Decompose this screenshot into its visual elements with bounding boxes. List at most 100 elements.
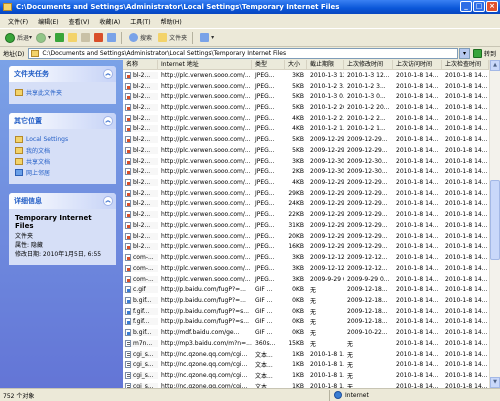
- forward-button[interactable]: ▾: [34, 31, 53, 45]
- copy-to-icon[interactable]: [81, 33, 91, 42]
- table-row[interactable]: cgi_s... http://nc.qzone.qq.com/cgi... 文本.…: [123, 370, 489, 381]
- column-last-checked[interactable]: 上次检查时间: [442, 60, 489, 69]
- cell-size: 0KB: [292, 296, 304, 304]
- table-row[interactable]: f.gif... http://p.baidu.com/fugP?=s... GIF…: [123, 317, 489, 328]
- table-row[interactable]: bl-2... http://plc.verwen.sooo.com/... JPE…: [123, 188, 489, 199]
- table-row[interactable]: bl-2... http://plc.verwen.sooo.com/... JPE…: [123, 102, 489, 113]
- cell-last-checked: 2010-1-8 14...: [445, 179, 488, 187]
- cell-expires: 2009-9-29 0...: [310, 275, 344, 283]
- column-last-accessed[interactable]: 上次访问时间: [393, 60, 442, 69]
- share-folder-link[interactable]: 共享此文件夹: [15, 87, 111, 98]
- vertical-scrollbar[interactable]: ▲ ▼: [489, 60, 500, 388]
- table-row[interactable]: bl-2... http://plc.verwen.sooo.com/... JPE…: [123, 113, 489, 124]
- collapse-chevron-icon[interactable]: ︽: [103, 69, 113, 79]
- go-button[interactable]: 转到: [472, 49, 496, 58]
- table-row[interactable]: bl-2... http://plc.verwen.sooo.com/... JPE…: [123, 199, 489, 210]
- search-button[interactable]: 搜索: [125, 31, 154, 45]
- cell-size: 2KB: [292, 168, 304, 176]
- collapse-chevron-icon[interactable]: ︽: [103, 116, 113, 126]
- menu-help[interactable]: 帮助(H): [156, 17, 187, 26]
- cell-type: JPEG...: [255, 104, 275, 112]
- table-row[interactable]: cgi_s... http://nc.qzone.qq.com/cgi... 文本.…: [123, 359, 489, 370]
- table-row[interactable]: c.gif http://p.baidu.com/fugP?=... GIF ...…: [123, 284, 489, 295]
- table-row[interactable]: bl-2... http://plc.verwen.sooo.com/... JPE…: [123, 220, 489, 231]
- column-type[interactable]: 类型: [252, 60, 285, 69]
- column-expires[interactable]: 截止期限: [307, 60, 344, 69]
- place-local-settings[interactable]: Local Settings: [15, 134, 111, 145]
- views-button[interactable]: ▾: [196, 31, 216, 45]
- table-row[interactable]: bl-2... http://plc.verwen.sooo.com/... JPE…: [123, 166, 489, 177]
- cell-type: JPEG...: [255, 275, 275, 283]
- cell-last-checked: 2010-1-8 14...: [445, 361, 488, 369]
- scroll-thumb[interactable]: [490, 180, 500, 260]
- table-row[interactable]: com-... http://plc.verwen.sooo.com/... JPE…: [123, 263, 489, 274]
- move-to-icon[interactable]: [68, 33, 78, 42]
- table-row[interactable]: bl-2... http://plc.verwen.sooo.com/... JPE…: [123, 91, 489, 102]
- table-row[interactable]: bl-2... http://plc.verwen.sooo.com/... JPE…: [123, 156, 489, 167]
- cell-last-modified: 2009-9-29 0...: [347, 275, 390, 283]
- cell-expires: 2010-1-8 1...: [310, 361, 344, 369]
- table-row[interactable]: bl-2... http://plc.verwen.sooo.com/... JPE…: [123, 70, 489, 81]
- scroll-up-arrow-icon[interactable]: ▲: [490, 60, 500, 71]
- toolbar-separator: [121, 31, 123, 44]
- table-row[interactable]: com-... http://plc.verwen.sooo.com/... JPE…: [123, 274, 489, 285]
- details-header[interactable]: 详细信息 ︽: [9, 193, 116, 209]
- menu-tools[interactable]: 工具(T): [125, 17, 155, 26]
- menu-edit[interactable]: 编辑(E): [33, 17, 63, 26]
- column-size[interactable]: 大小: [285, 60, 307, 69]
- table-row[interactable]: bl-2... http://plc.verwen.sooo.com/... JPE…: [123, 177, 489, 188]
- table-row[interactable]: bl-2... http://plc.verwen.sooo.com/... JPE…: [123, 145, 489, 156]
- cell-url: http://plc.verwen.sooo.com/...: [161, 211, 251, 219]
- table-row[interactable]: bl-2... http://plc.verwen.sooo.com/... JPE…: [123, 231, 489, 242]
- table-row[interactable]: b.gif... http://mdf.baidu.com/ge... GIF ..…: [123, 327, 489, 338]
- folder-tasks-header[interactable]: 文件夹任务 ︽: [9, 66, 116, 82]
- back-button[interactable]: 后退 ▾: [3, 31, 34, 45]
- place-network[interactable]: 网上邻居: [15, 167, 111, 178]
- up-folder-icon[interactable]: [55, 33, 65, 42]
- place-my-documents[interactable]: 我的文档: [15, 145, 111, 156]
- table-row[interactable]: f.gif... http://p.baidu.com/fugP?=s... GIF…: [123, 306, 489, 317]
- column-name[interactable]: 名称: [123, 60, 158, 69]
- cell-last-accessed: 2010-1-8 14...: [396, 82, 439, 90]
- table-row[interactable]: cgi_s... http://nc.qzone.qq.com/cgi... 文本.…: [123, 349, 489, 360]
- table-row[interactable]: bl-2... http://plc.verwen.sooo.com/... JPE…: [123, 242, 489, 253]
- table-row[interactable]: b.gif... http://p.baidu.com/fugP?=... GIF …: [123, 295, 489, 306]
- table-row[interactable]: bl-2... http://plc.verwen.sooo.com/... JPE…: [123, 81, 489, 92]
- table-row[interactable]: bl-2... http://plc.verwen.sooo.com/... JPE…: [123, 134, 489, 145]
- cell-last-modified: 2010-1-2 2...: [347, 114, 386, 122]
- place-shared-documents[interactable]: 共享文档: [15, 156, 111, 167]
- table-row[interactable]: com-... http://plc.verwen.sooo.com/... JPE…: [123, 252, 489, 263]
- cell-expires: 2009-12-30...: [310, 157, 344, 165]
- menu-view[interactable]: 查看(V): [64, 17, 95, 26]
- table-row[interactable]: cgi_s... http://nc.qzone.qq.com/cgi... 文本.…: [123, 381, 489, 388]
- cell-name: f.gif...: [123, 307, 158, 315]
- collapse-chevron-icon[interactable]: ︽: [103, 196, 113, 206]
- cell-type: JPEG...: [255, 243, 275, 251]
- undo-icon[interactable]: [107, 33, 117, 42]
- menu-favorites[interactable]: 收藏(A): [94, 17, 125, 26]
- cell-url: http://mp3.baidu.com/m?n=...: [161, 339, 252, 347]
- delete-icon[interactable]: [94, 33, 104, 42]
- toolbar-separator: [192, 31, 194, 44]
- table-row[interactable]: bl-2... http://plc.verwen.sooo.com/... JPE…: [123, 124, 489, 135]
- cell-last-checked: 2010-1-8 14...: [445, 125, 488, 133]
- menu-file[interactable]: 文件(F): [3, 17, 33, 26]
- jpeg-file-icon: [125, 179, 131, 187]
- scroll-down-arrow-icon[interactable]: ▼: [490, 377, 500, 388]
- minimize-button[interactable]: _: [460, 1, 472, 12]
- table-row[interactable]: m7n... http://mp3.baidu.com/m?n=... 360s..…: [123, 338, 489, 349]
- close-button[interactable]: ×: [486, 1, 498, 12]
- maximize-button[interactable]: □: [473, 1, 485, 12]
- address-dropdown-button[interactable]: ▾: [458, 48, 470, 59]
- cell-last-modified: 无: [347, 340, 354, 348]
- address-input[interactable]: C:\Documents and Settings\Administrator\…: [28, 48, 458, 59]
- other-places-header[interactable]: 其它位置 ︽: [9, 113, 116, 129]
- column-last-modified[interactable]: 上次修改时间: [344, 60, 393, 69]
- column-url[interactable]: Internet 地址: [158, 60, 252, 69]
- cell-url: http://mdf.baidu.com/ge...: [161, 329, 240, 337]
- folders-button[interactable]: 文件夹: [154, 31, 189, 45]
- cell-name: bl-2...: [123, 93, 158, 101]
- cell-last-checked: 2010-1-8 14...: [445, 146, 488, 154]
- cell-size: 22KB: [288, 211, 304, 219]
- table-row[interactable]: bl-2... http://plc.verwen.sooo.com/... JPE…: [123, 209, 489, 220]
